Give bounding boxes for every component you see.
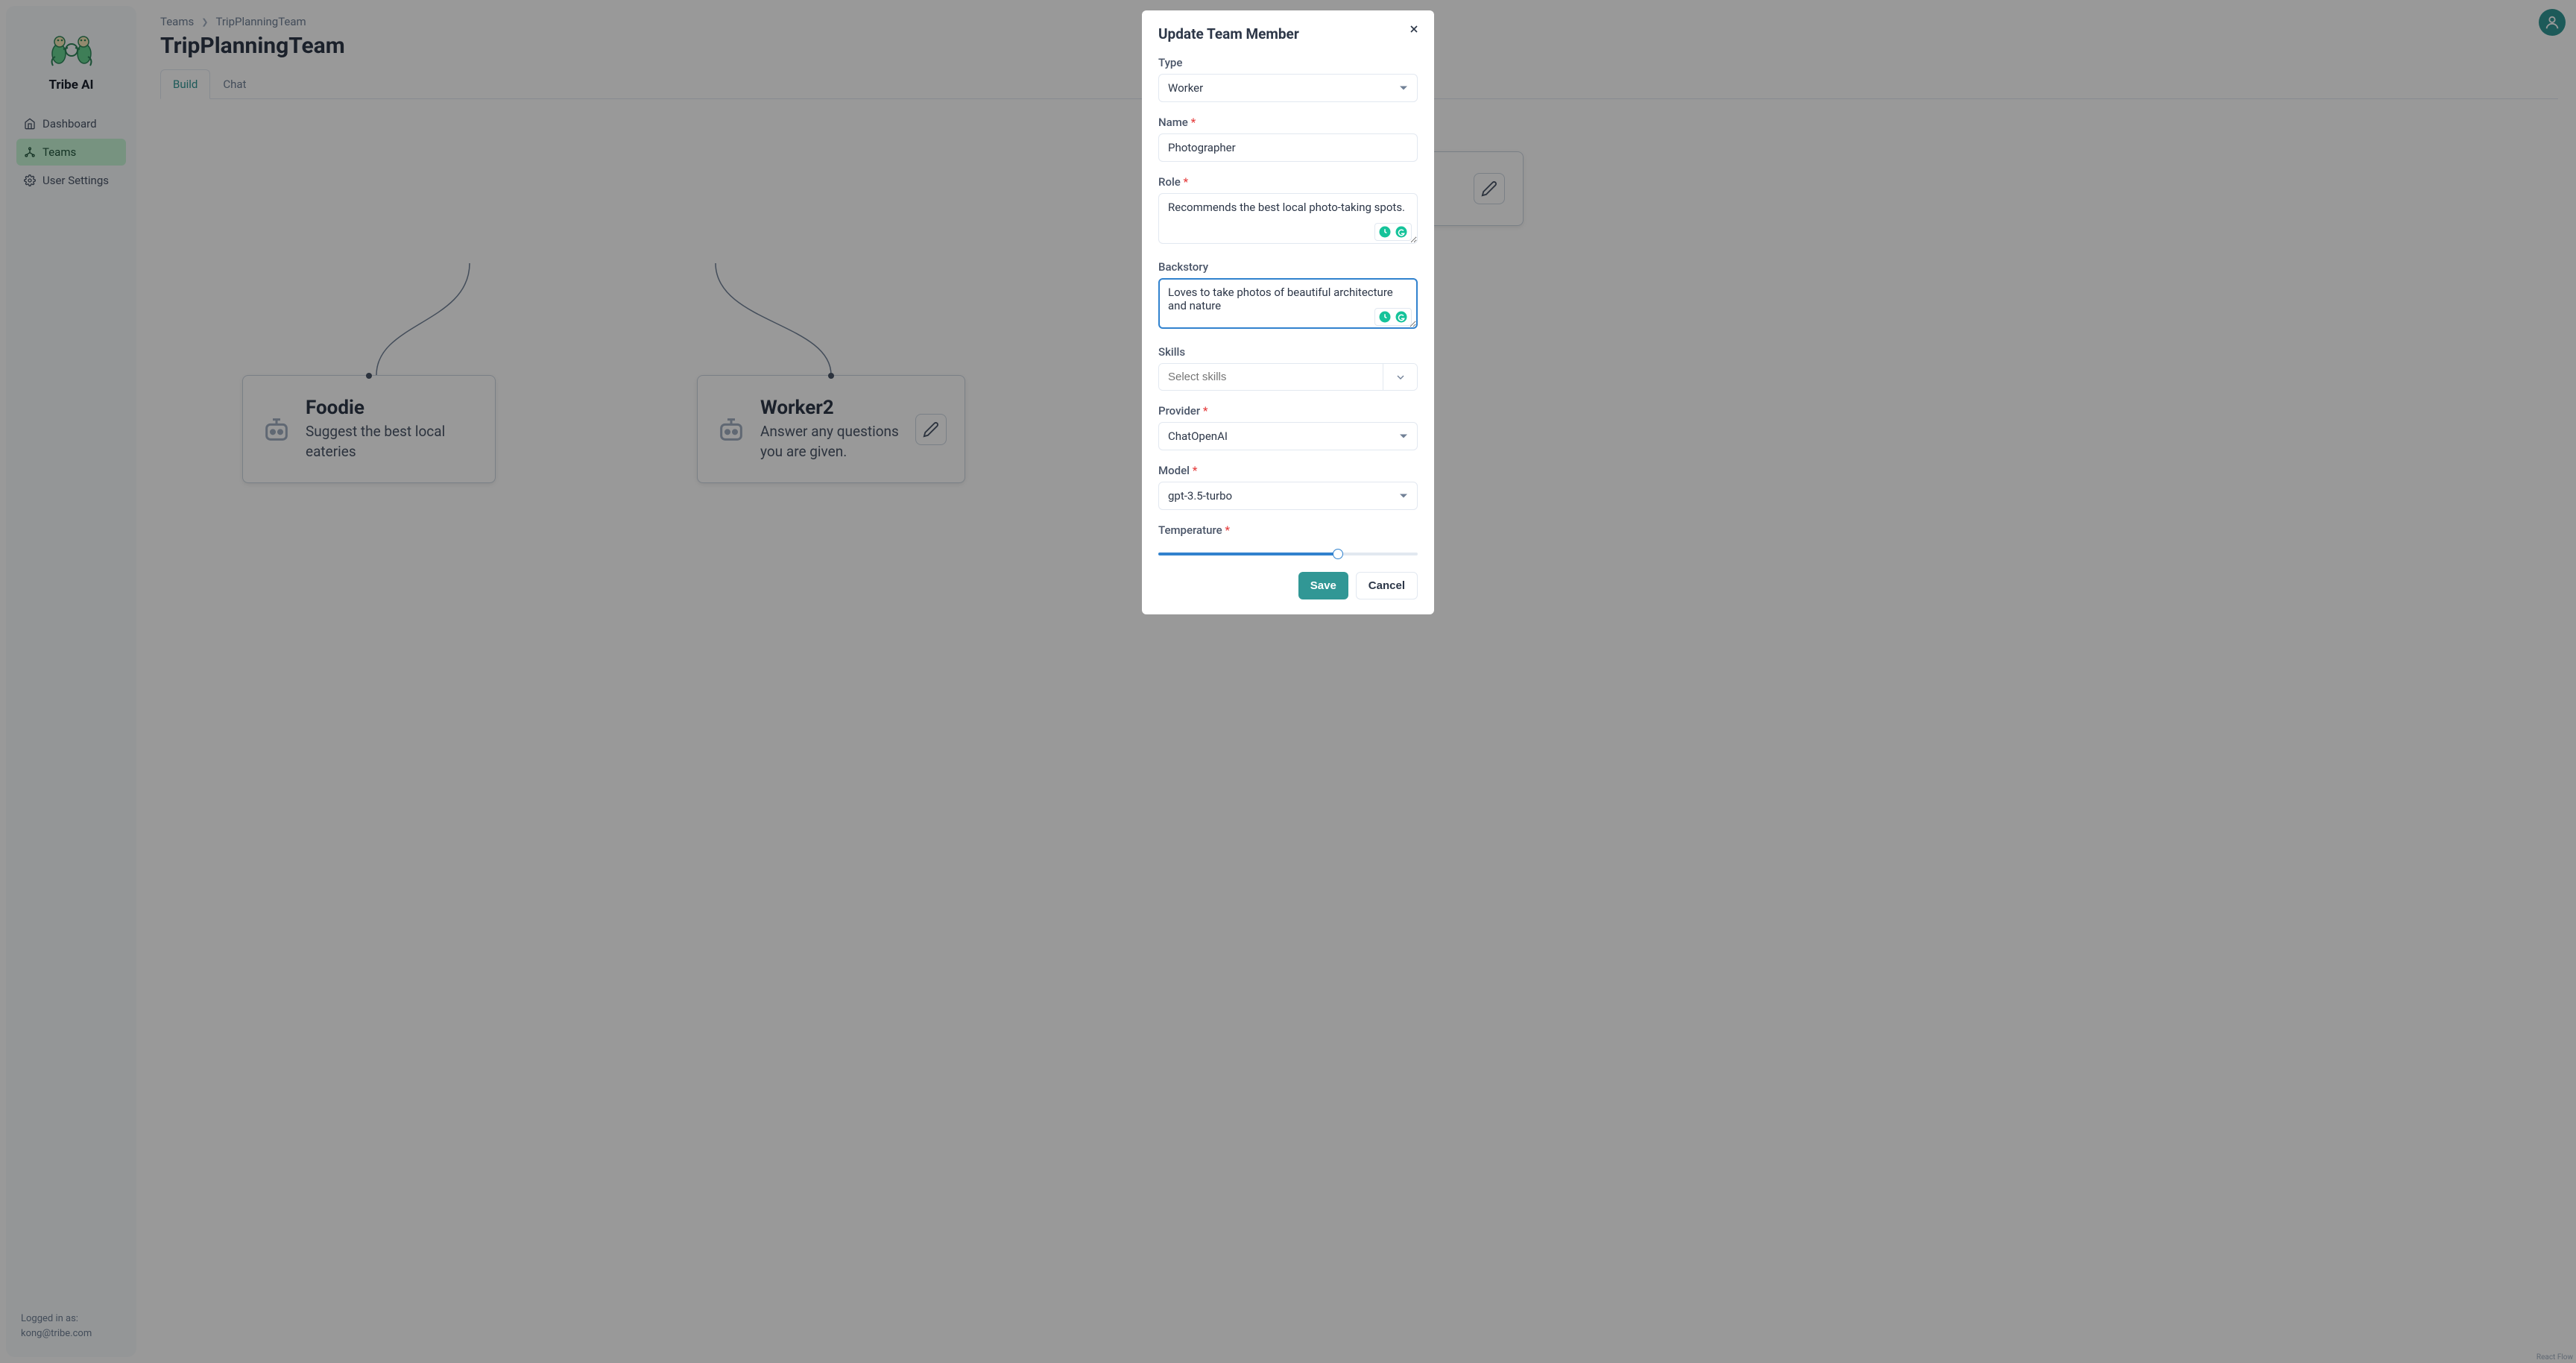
required-indicator: * (1184, 175, 1189, 189)
provider-select[interactable]: ChatOpenAI (1158, 422, 1418, 450)
type-label: Type (1158, 56, 1418, 69)
update-member-modal: Update Team Member Type Worker Name * Ro… (1142, 10, 1434, 614)
close-button[interactable] (1406, 21, 1422, 37)
temperature-slider[interactable] (1158, 553, 1418, 555)
save-button[interactable]: Save (1298, 572, 1348, 599)
cancel-button[interactable]: Cancel (1356, 572, 1418, 599)
temperature-label: Temperature * (1158, 523, 1418, 537)
modal-title: Update Team Member (1158, 25, 1418, 43)
modal-overlay[interactable]: Update Team Member Type Worker Name * Ro… (0, 0, 2576, 1363)
grammarly-suggestion-icon (1378, 310, 1392, 324)
provider-label: Provider * (1158, 404, 1418, 418)
close-icon (1408, 23, 1420, 35)
required-indicator: * (1191, 116, 1196, 129)
grammarly-widget[interactable] (1374, 223, 1412, 241)
grammarly-logo-icon (1395, 225, 1408, 239)
required-indicator: * (1203, 404, 1208, 418)
backstory-label: Backstory (1158, 260, 1418, 274)
model-label: Model * (1158, 464, 1418, 477)
skills-dropdown-toggle[interactable] (1383, 364, 1417, 390)
grammarly-widget[interactable] (1374, 308, 1412, 326)
grammarly-suggestion-icon (1378, 225, 1392, 239)
name-label: Name * (1158, 116, 1418, 129)
skills-label: Skills (1158, 345, 1418, 359)
skills-multiselect[interactable] (1158, 363, 1418, 391)
grammarly-logo-icon (1395, 310, 1408, 324)
type-select[interactable]: Worker (1158, 74, 1418, 102)
role-label: Role * (1158, 175, 1418, 189)
required-indicator: * (1193, 464, 1198, 477)
skills-input[interactable] (1159, 364, 1383, 390)
chevron-down-icon (1395, 371, 1407, 383)
model-select[interactable]: gpt-3.5-turbo (1158, 482, 1418, 510)
required-indicator: * (1225, 523, 1230, 537)
name-input[interactable] (1158, 133, 1418, 162)
